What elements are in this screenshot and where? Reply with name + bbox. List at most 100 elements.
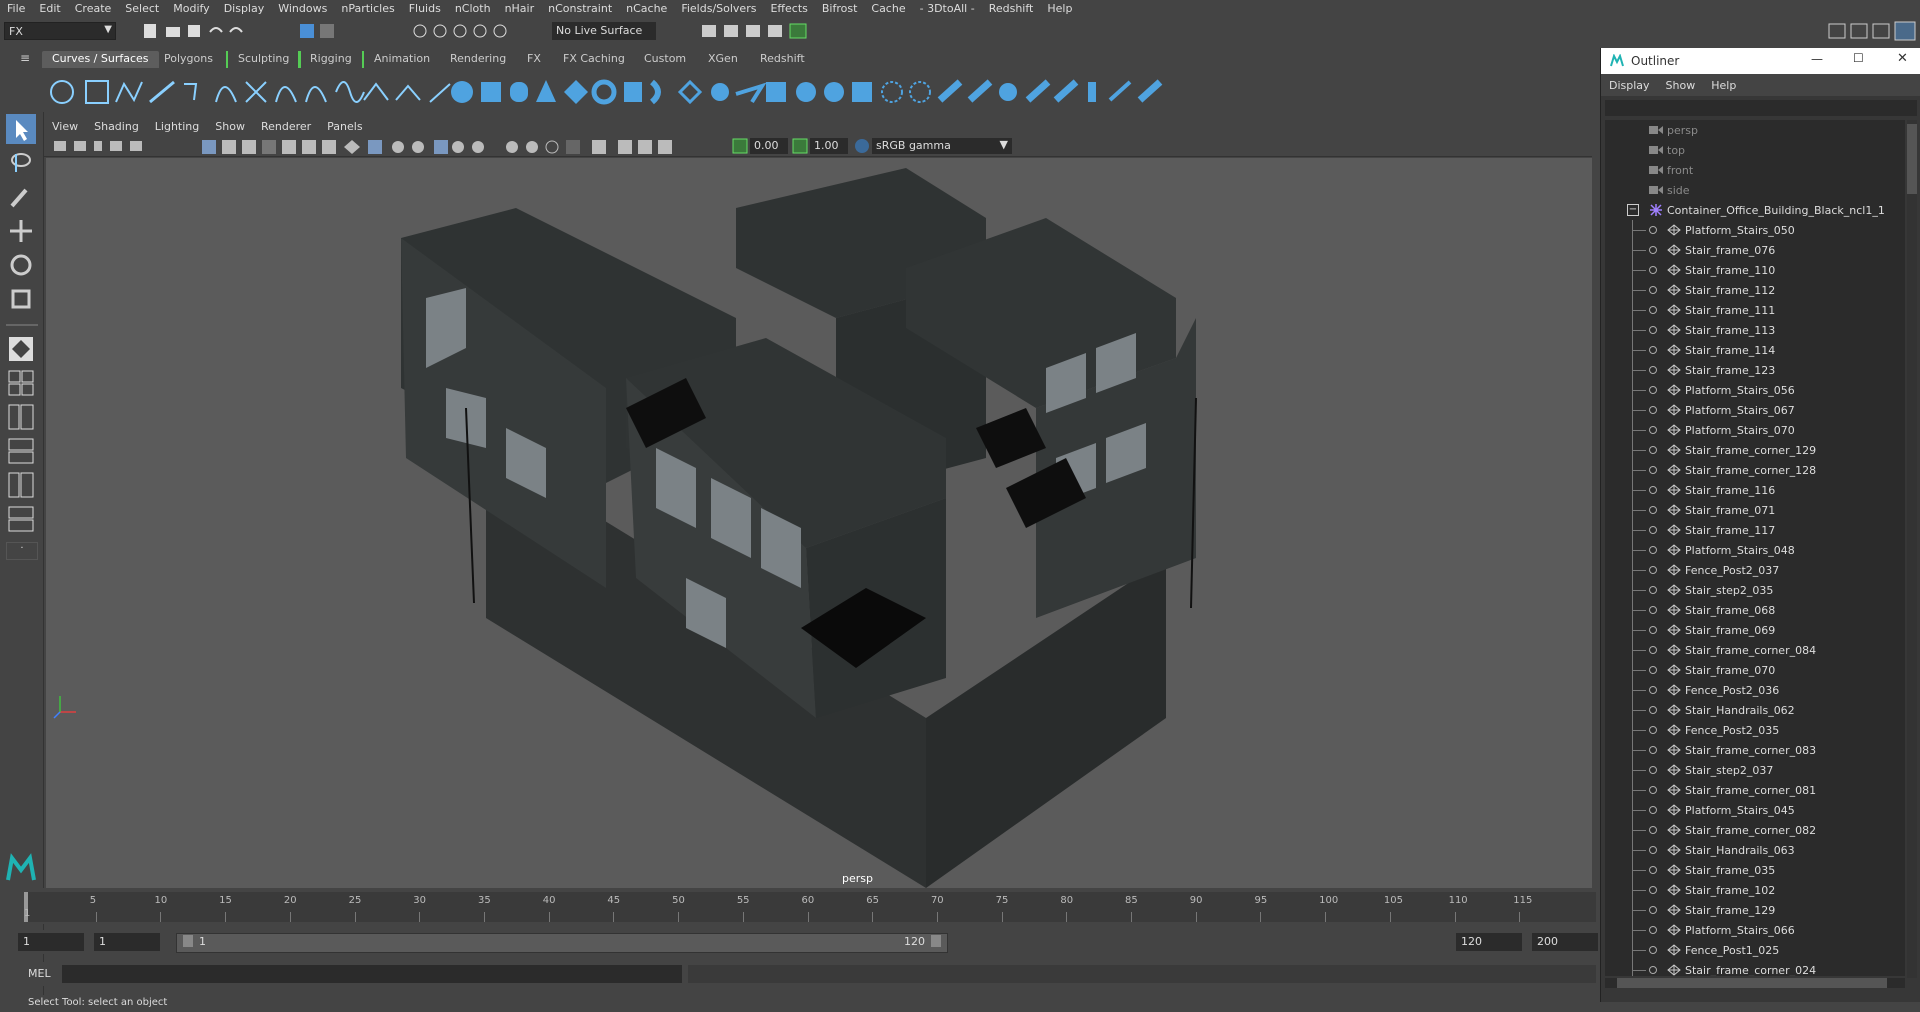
expand-icon[interactable]: [1649, 646, 1657, 654]
outliner-camera-item[interactable]: persp: [1605, 120, 1905, 140]
outliner-mesh-item[interactable]: Platform_Stairs_048: [1605, 540, 1905, 560]
outliner-mesh-item[interactable]: Stair_frame_corner_128: [1605, 460, 1905, 480]
outliner-mesh-item[interactable]: Stair_frame_112: [1605, 280, 1905, 300]
expand-icon[interactable]: [1649, 886, 1657, 894]
range-start-handle[interactable]: [183, 935, 193, 947]
menu-windows[interactable]: Windows: [271, 2, 334, 15]
outliner-mesh-item[interactable]: Stair_frame_068: [1605, 600, 1905, 620]
tab-fx-caching[interactable]: FX Caching: [553, 51, 635, 68]
expand-icon[interactable]: [1649, 326, 1657, 334]
playback-end-field[interactable]: 120: [1456, 933, 1522, 951]
outliner-mesh-item[interactable]: Fence_Post2_035: [1605, 720, 1905, 740]
viewport-menu-panels[interactable]: Panels: [319, 120, 370, 133]
workspace-icons[interactable]: [1825, 20, 1920, 42]
shelf-menu-icon[interactable]: ≡: [20, 51, 30, 65]
expand-icon[interactable]: [1649, 566, 1657, 574]
expand-icon[interactable]: [1649, 846, 1657, 854]
outliner-search-input[interactable]: [1605, 100, 1917, 116]
live-surface-field[interactable]: No Live Surface: [552, 22, 656, 40]
expand-icon[interactable]: [1649, 866, 1657, 874]
lasso-tool-icon[interactable]: [6, 148, 36, 178]
gamma-field[interactable]: 1.00: [810, 138, 848, 154]
outliner-mesh-item[interactable]: Stair_step2_037: [1605, 760, 1905, 780]
render-icons[interactable]: [700, 22, 820, 40]
menu-fields-solvers[interactable]: Fields/Solvers: [674, 2, 763, 15]
outliner-vertical-scrollbar[interactable]: [1907, 120, 1917, 978]
expand-icon[interactable]: [1649, 386, 1657, 394]
outliner-mesh-item[interactable]: Stair_frame_corner_084: [1605, 640, 1905, 660]
outliner-mesh-item[interactable]: Platform_Stairs_045: [1605, 800, 1905, 820]
range-end-handle[interactable]: [931, 935, 941, 947]
outliner-mesh-item[interactable]: Stair_frame_113: [1605, 320, 1905, 340]
viewport-menu-lighting[interactable]: Lighting: [147, 120, 207, 133]
outliner-camera-item[interactable]: top: [1605, 140, 1905, 160]
outliner-mesh-item[interactable]: Platform_Stairs_070: [1605, 420, 1905, 440]
expand-icon[interactable]: [1649, 506, 1657, 514]
tab-sculpting[interactable]: Sculpting: [226, 51, 302, 68]
outliner-camera-item[interactable]: side: [1605, 180, 1905, 200]
toolbox-more-button[interactable]: ·: [6, 542, 38, 560]
maximize-icon[interactable]: ☐: [1853, 51, 1864, 65]
close-icon[interactable]: ✕: [1897, 51, 1908, 66]
outliner-menu-help[interactable]: Help: [1703, 79, 1744, 92]
menu-edit[interactable]: Edit: [32, 2, 67, 15]
animation-end-field[interactable]: 200: [1532, 933, 1598, 951]
outliner-menu-show[interactable]: Show: [1658, 79, 1704, 92]
scale-tool-icon[interactable]: [6, 284, 36, 314]
expand-icon[interactable]: [1649, 246, 1657, 254]
expand-icon[interactable]: [1649, 486, 1657, 494]
outliner-mesh-item[interactable]: Stair_frame_123: [1605, 360, 1905, 380]
expand-icon[interactable]: [1649, 606, 1657, 614]
menu-3dtoall[interactable]: - 3DtoAll -: [913, 2, 982, 15]
tab-fx[interactable]: FX: [517, 51, 551, 68]
outliner-mesh-item[interactable]: Platform_Stairs_067: [1605, 400, 1905, 420]
tab-curves-surfaces[interactable]: Curves / Surfaces: [42, 51, 159, 68]
menu-file[interactable]: File: [0, 2, 32, 15]
tab-rendering[interactable]: Rendering: [440, 51, 516, 68]
tab-xgen[interactable]: XGen: [698, 51, 748, 68]
menu-ncloth[interactable]: nCloth: [448, 2, 498, 15]
minimize-icon[interactable]: —: [1811, 52, 1823, 66]
select-tool-icon[interactable]: [6, 114, 36, 144]
expand-icon[interactable]: [1649, 286, 1657, 294]
outliner-mesh-item[interactable]: Stair_frame_110: [1605, 260, 1905, 280]
expand-icon[interactable]: [1649, 426, 1657, 434]
expand-icon[interactable]: [1649, 726, 1657, 734]
four-view-layout-icon[interactable]: [6, 368, 36, 398]
outliner-camera-item[interactable]: front: [1605, 160, 1905, 180]
animation-start-field[interactable]: 1: [18, 933, 84, 951]
outliner-mesh-item[interactable]: Stair_frame_117: [1605, 520, 1905, 540]
outliner-mesh-item[interactable]: Platform_Stairs_066: [1605, 920, 1905, 940]
paint-select-tool-icon[interactable]: [6, 182, 36, 212]
expand-icon[interactable]: [1649, 926, 1657, 934]
tab-polygons[interactable]: Polygons: [154, 51, 223, 68]
outliner-mesh-item[interactable]: Stair_frame_129: [1605, 900, 1905, 920]
expand-icon[interactable]: [1649, 446, 1657, 454]
exposure-icon[interactable]: [732, 138, 748, 154]
outliner-mesh-item[interactable]: Stair_frame_corner_129: [1605, 440, 1905, 460]
playback-start-field[interactable]: 1: [94, 933, 160, 951]
tab-custom[interactable]: Custom: [634, 51, 696, 68]
outliner-mesh-item[interactable]: Platform_Stairs_056: [1605, 380, 1905, 400]
viewport-menu-view[interactable]: View: [44, 120, 86, 133]
outliner-mesh-item[interactable]: Stair_frame_071: [1605, 500, 1905, 520]
menu-select[interactable]: Select: [118, 2, 166, 15]
expand-icon[interactable]: [1649, 366, 1657, 374]
playback-range-bar[interactable]: 1 120: [176, 933, 948, 953]
expand-icon[interactable]: [1649, 906, 1657, 914]
menu-nparticles[interactable]: nParticles: [334, 2, 401, 15]
expand-icon[interactable]: [1649, 406, 1657, 414]
expand-icon[interactable]: [1649, 746, 1657, 754]
menu-help[interactable]: Help: [1040, 2, 1079, 15]
menu-nconstraint[interactable]: nConstraint: [541, 2, 619, 15]
expand-icon[interactable]: [1649, 626, 1657, 634]
color-space-select[interactable]: sRGB gamma ▼: [872, 138, 1012, 154]
color-management-icon[interactable]: [854, 138, 870, 154]
persp-graph-layout-icon[interactable]: [6, 436, 36, 466]
move-tool-icon[interactable]: [6, 216, 36, 246]
outliner-mesh-item[interactable]: Stair_Handrails_063: [1605, 840, 1905, 860]
viewport-menu-shading[interactable]: Shading: [86, 120, 147, 133]
expand-icon[interactable]: [1649, 546, 1657, 554]
expand-icon[interactable]: [1649, 806, 1657, 814]
exposure-field[interactable]: 0.00: [750, 138, 788, 154]
